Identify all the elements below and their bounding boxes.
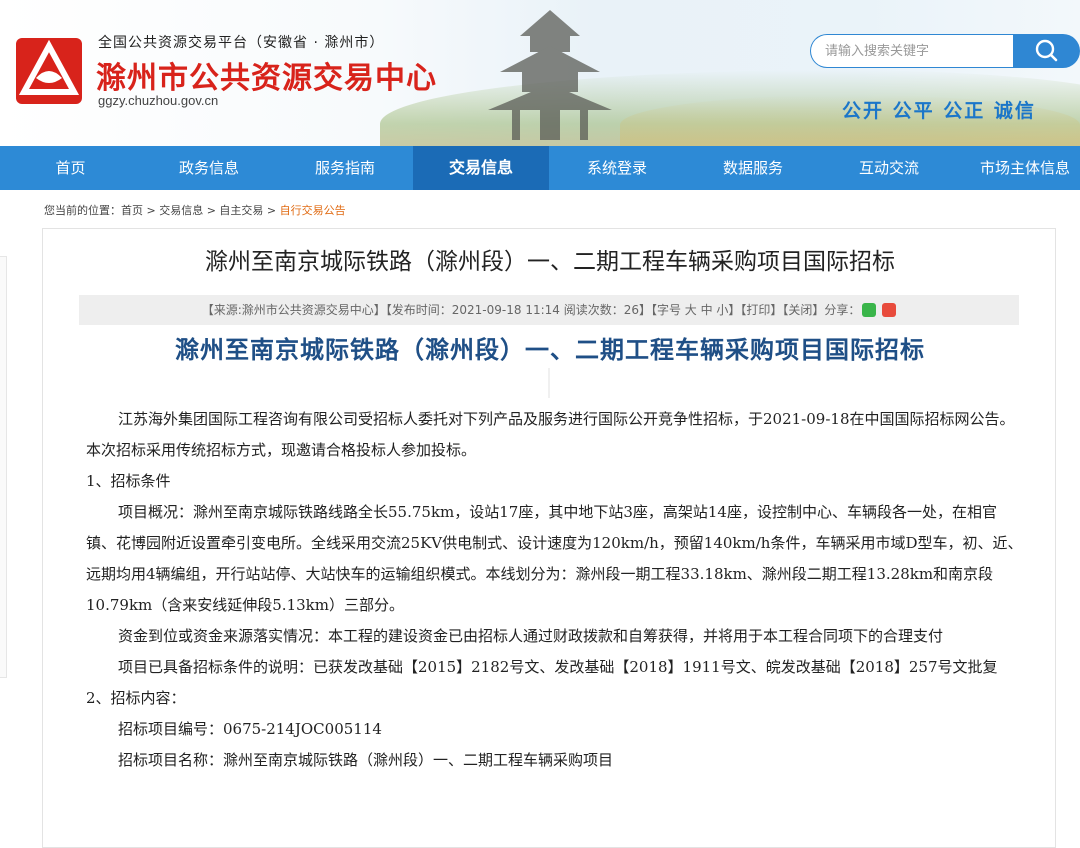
paragraph: 江苏海外集团国际工程咨询有限公司受招标人委托对下列产品及服务进行国际公开竞争性招… xyxy=(86,410,1015,459)
search-icon xyxy=(1035,39,1058,62)
site-slogan: 公开 公平 公正 诚信 xyxy=(842,100,1036,122)
nav-item-data-service[interactable]: 数据服务 xyxy=(685,146,821,190)
site-title[interactable]: 滁州市公共资源交易中心 xyxy=(96,53,437,97)
section-heading: 2、招标内容： xyxy=(86,689,186,707)
paragraph: 项目已具备招标条件的说明：已获发改基础【2015】2182号文、发改基础【201… xyxy=(118,658,998,676)
nav-item-service-guide[interactable]: 服务指南 xyxy=(277,146,413,190)
nav-item-trade-info[interactable]: 交易信息 xyxy=(413,146,549,190)
breadcrumb-path[interactable]: 您当前的位置：首页 > 交易信息 > 自主交易 > xyxy=(44,204,280,217)
wechat-icon[interactable] xyxy=(862,303,877,317)
article-body: 江苏海外集团国际工程咨询有限公司受招标人委托对下列产品及服务进行国际公开竞争性招… xyxy=(86,404,1026,776)
paragraph: 资金到位或资金来源落实情况：本工程的建设资金已由招标人通过财政拨款和自筹获得，并… xyxy=(118,627,944,645)
search-button[interactable] xyxy=(1013,34,1080,68)
nav-item-interaction[interactable]: 互动交流 xyxy=(821,146,957,190)
nav-item-system-login[interactable]: 系统登录 xyxy=(549,146,685,190)
paragraph: 招标项目编号：0675-214JOC005114 xyxy=(118,720,382,738)
paragraph: 招标项目名称：滁州至南京城际铁路（滁州段）一、二期工程车辆采购项目 xyxy=(118,751,614,769)
portal-line: 全国公共资源交易平台（安徽省 · 滁州市） xyxy=(98,35,385,51)
divider xyxy=(548,368,550,398)
side-edge-panel xyxy=(0,256,7,678)
nav-item-home[interactable]: 首页 xyxy=(0,146,141,190)
article-title: 滁州至南京城际铁路（滁州段）一、二期工程车辆采购项目国际招标 xyxy=(205,249,895,275)
site-domain: ggzy.chuzhou.gov.cn xyxy=(98,93,219,108)
weibo-icon[interactable] xyxy=(882,303,897,317)
breadcrumb-current[interactable]: 自行交易公告 xyxy=(280,204,346,217)
article-meta-bar: 【来源:滁州市公共资源交易中心】【发布时间：2021-09-18 11:14 阅… xyxy=(79,295,1019,325)
section-heading: 1、招标条件 xyxy=(86,472,171,490)
nav-item-government-info[interactable]: 政务信息 xyxy=(141,146,277,190)
document-heading: 滁州至南京城际铁路（滁州段）一、二期工程车辆采购项目国际招标 xyxy=(175,335,925,364)
nav-item-market-subject[interactable]: 市场主体信息 xyxy=(957,146,1080,190)
pavilion-illustration xyxy=(488,10,612,140)
article-meta[interactable]: 【来源:滁州市公共资源交易中心】【发布时间：2021-09-18 11:14 阅… xyxy=(202,303,861,317)
main-nav: 首页 政务信息 服务指南 交易信息 系统登录 数据服务 互动交流 市场主体信息 xyxy=(0,146,1080,190)
paragraph: 项目概况：滁州至南京城际铁路线路全长55.75km，设站17座，其中地下站3座，… xyxy=(86,503,1023,614)
search-input[interactable] xyxy=(810,34,1020,68)
logo-icon[interactable] xyxy=(16,38,82,104)
breadcrumb: 您当前的位置：首页 > 交易信息 > 自主交易 > 自行交易公告 xyxy=(44,202,346,218)
site-header: 全国公共资源交易平台（安徽省 · 滁州市） 滁州市公共资源交易中心 ggzy.c… xyxy=(0,0,1080,146)
